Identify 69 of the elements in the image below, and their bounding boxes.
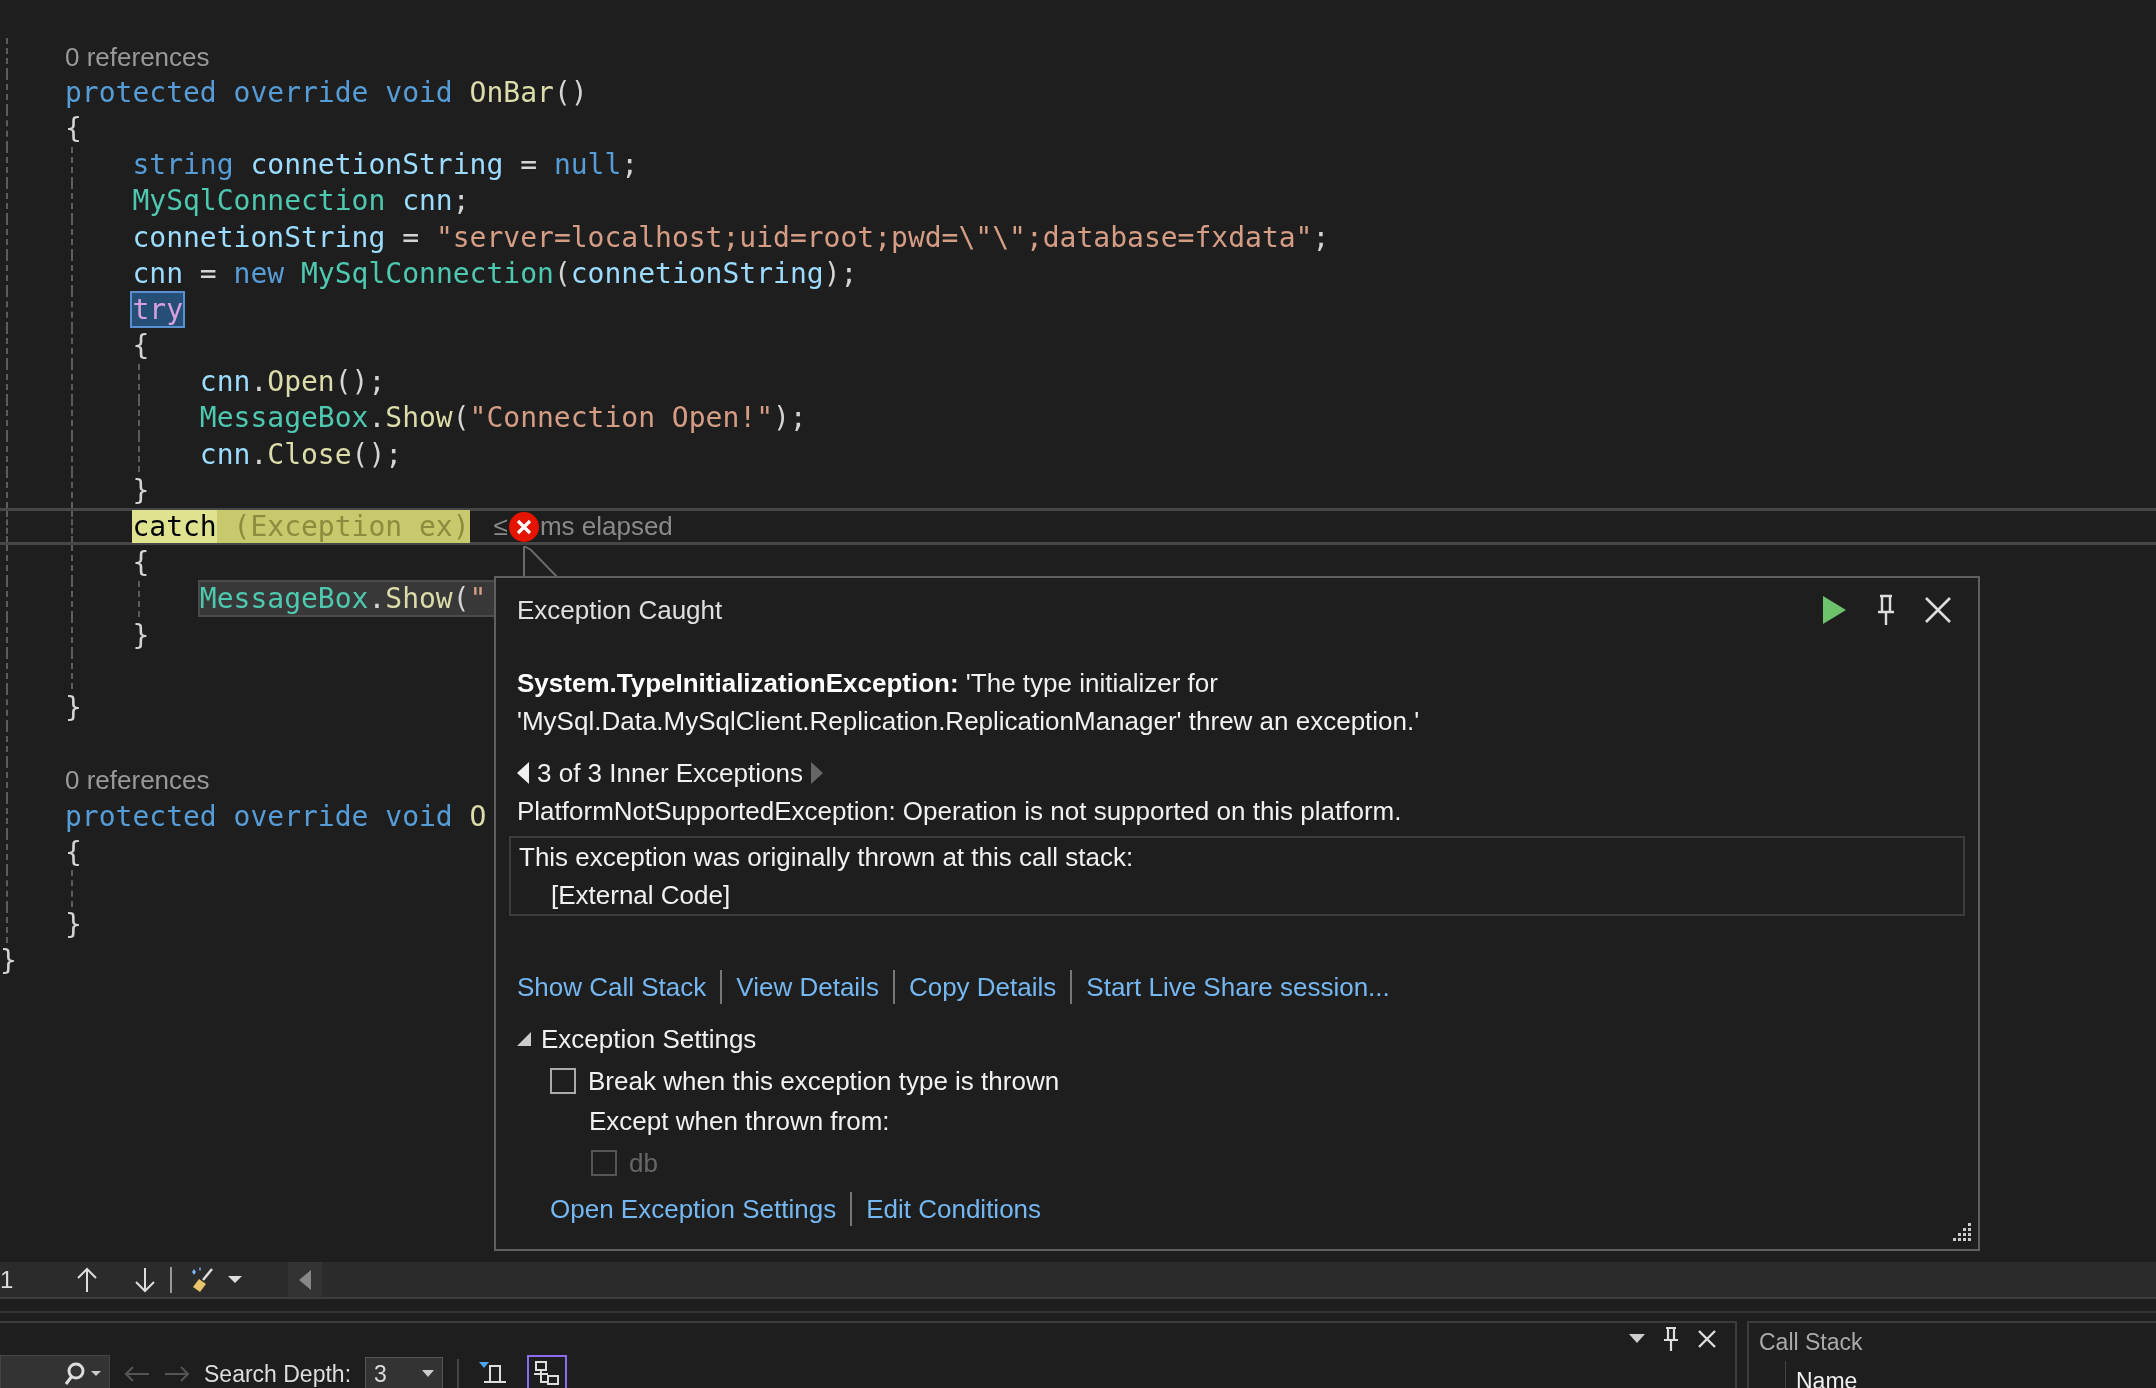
line-number: 1 [0,1265,15,1294]
column-header[interactable]: Name [1785,1361,2156,1388]
caret-icon [422,1370,435,1378]
code-line: } [132,618,150,652]
checkbox[interactable] [550,1068,576,1094]
code-line: { [65,835,82,869]
dropdown-button[interactable] [1629,1334,1645,1344]
popup-link[interactable]: Edit Conditions [866,1190,1042,1228]
current-statement: catch [132,510,217,544]
code-line: } [65,690,82,724]
exception-message: System.TypeInitializationException: 'The type initializer for 'MySql.Data.MySqlClient.Replication.ReplicationManager' threw an exception.' [517,667,1421,738]
code-line: cnn.Open(); [199,365,386,399]
popup-link[interactable]: Copy Details [908,968,1057,1006]
code-line: MessageBox.Show("Connection Open!"); [199,401,807,435]
code-line: { [65,111,82,145]
code-line: } [65,908,82,942]
popup-link[interactable]: View Details [736,968,879,1006]
popup-title: Exception Caught [517,594,724,627]
elapsed-hint: ≤ [493,511,508,543]
caret-icon [91,1371,101,1377]
code-line: } [0,944,17,978]
right-arrow-icon [164,1366,190,1382]
checkbox-label: db [629,1147,658,1180]
checkbox-label: Break when this exception type is thrown [588,1065,1060,1098]
up-arrow-icon [76,1266,98,1293]
code-line: } [132,473,150,507]
code-line: cnn = new MySqlConnection(connetionString); [132,256,858,290]
stack-frame: [External Code] [519,876,1955,914]
code-line: connetionString = "server=localhost;uid=root;pwd=\"\";database=fxdata"; [132,220,1330,254]
section-title: Exception Settings [541,1023,757,1056]
search-field[interactable] [0,1355,110,1388]
code-line: { [132,329,150,363]
left-arrow-icon [299,1269,311,1290]
code-line: MySqlConnection cnn; [132,184,470,218]
code-line: cnn.Close(); [199,437,403,471]
left-arrow-icon [124,1366,150,1382]
references-link[interactable]: 0 references [65,763,210,797]
call-stack-heading: This exception was originally thrown at this call stack: [519,841,1135,874]
play-icon [1821,595,1847,625]
code-line: { [132,546,150,580]
close-button[interactable] [1697,1329,1717,1349]
inner-exceptions-label: 3 of 3 Inner Exceptions [537,757,803,790]
code-line: protected override void O [65,799,487,833]
inner-exception-message: PlatformNotSupportedException: Operation is not supported on this platform. [517,795,1403,828]
except-label: Except when thrown from: [589,1105,891,1138]
references-link[interactable]: 0 references [65,39,210,73]
caret-icon [228,1275,242,1284]
tree-view-button[interactable] [527,1355,568,1388]
scroll-left-button[interactable] [288,1262,322,1297]
resize-grip-icon [1952,1223,1972,1243]
popup-link[interactable]: Start Live Share session... [1086,968,1390,1006]
selected-keyword: try [132,292,183,326]
pin-button[interactable] [1663,1326,1679,1352]
search-depth-dropdown[interactable]: 3 [365,1357,444,1388]
current-statement: (Exception ex) [216,510,470,544]
pin-icon [1876,594,1896,626]
down-arrow-icon [134,1266,156,1293]
close-icon [1924,596,1952,624]
pin-icon [1663,1326,1679,1352]
code-line: string connetionString = null; [132,148,639,182]
caret-icon [1629,1334,1645,1344]
search-icon [63,1362,85,1386]
close-icon [1697,1329,1717,1349]
elapsed-hint: ms elapsed [539,511,673,543]
code-line: protected override void OnBar() [65,75,588,109]
popup-link[interactable]: Open Exception Settings [550,1190,837,1228]
popup-link[interactable]: Show Call Stack [517,968,707,1006]
search-depth-label: Search Depth: [204,1360,352,1388]
panel-title: Call Stack [1759,1327,1864,1357]
